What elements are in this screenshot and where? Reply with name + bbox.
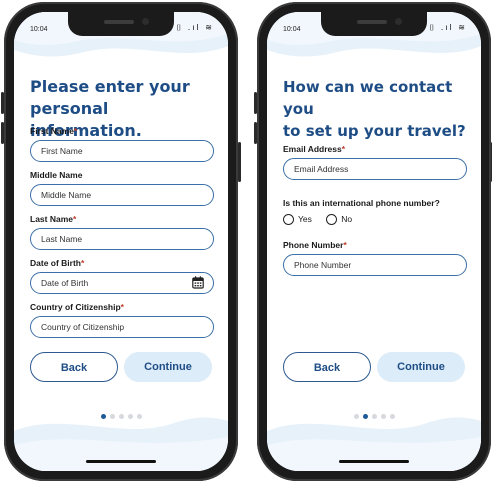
page-title: How can we contact you to set up your tr… [283,76,473,142]
date-of-birth-label: Date of Birth* [30,258,85,268]
back-button[interactable]: Back [283,352,371,382]
email-field[interactable]: Email Address [283,158,467,180]
first-name-field[interactable]: First Name [30,140,214,162]
citizenship-label: Country of Citizenship* [30,302,124,312]
page-indicator [14,404,228,423]
page-dot [127,414,133,419]
speaker [357,20,387,24]
phone-label: Phone Number* [283,240,347,250]
last-name-label: Last Name* [30,214,77,224]
date-of-birth-placeholder: Date of Birth [41,278,89,288]
page-dot [109,414,115,419]
email-placeholder: Email Address [294,164,349,174]
page-dot [362,414,368,419]
first-name-placeholder: First Name [41,146,83,156]
email-label: Email Address* [283,144,346,154]
status-time: 10:04 [30,26,48,33]
back-button[interactable]: Back [30,352,118,382]
notch [68,12,174,36]
camera [395,18,402,25]
intl-phone-question: Is this an international phone number? [283,198,440,208]
radio-yes[interactable]: Yes [283,214,312,226]
page-dot [380,414,386,419]
volume-button [1,92,4,114]
phone-placeholder: Phone Number [294,260,352,270]
middle-name-label: Middle Name [30,170,83,180]
first-name-label: First Name* [30,126,78,136]
title-line-2: to set up your travel? [283,122,466,140]
speaker [104,20,134,24]
radio-circle[interactable] [283,214,294,226]
continue-button[interactable]: Continue [377,352,465,382]
status-icons: ⌷ .ıl ≋ [176,23,214,32]
home-indicator[interactable] [339,460,409,463]
phone-frame-left: 10:04 ⌷ .ıl ≋ Please enter your personal… [1,2,241,481]
last-name-field[interactable]: Last Name [30,228,214,250]
volume-button [1,122,4,144]
screen-personal-info: 10:04 ⌷ .ıl ≋ Please enter your personal… [14,12,228,471]
citizenship-field[interactable]: Country of Citizenship [30,316,214,338]
middle-name-placeholder: Middle Name [41,190,92,200]
volume-button [254,92,257,114]
page-dot [136,414,142,419]
date-of-birth-field[interactable]: Date of Birth [30,272,214,294]
phone-frame-right: 10:04 ⌷ .ıl ≋ How can we contact you to … [254,2,492,481]
last-name-placeholder: Last Name [41,234,83,244]
status-icons: ⌷ .ıl ≋ [429,23,467,32]
citizenship-placeholder: Country of Citizenship [41,322,125,332]
page-dot [371,414,377,419]
page-dot [118,414,124,419]
notch [321,12,427,36]
page-dot [100,414,106,419]
intl-phone-radio-group: Yes No [283,214,364,226]
screen-contact-info: 10:04 ⌷ .ıl ≋ How can we contact you to … [267,12,481,471]
power-button [238,142,241,182]
phone-field[interactable]: Phone Number [283,254,467,276]
page-dot [389,414,395,419]
home-indicator[interactable] [86,460,156,463]
calendar-icon[interactable] [192,276,204,289]
title-line-1: How can we contact you [283,78,453,118]
camera [142,18,149,25]
page-dot [353,414,359,419]
volume-button [254,122,257,144]
page-indicator [267,404,481,423]
continue-button[interactable]: Continue [124,352,212,382]
title-line-1: Please enter your [30,77,190,96]
middle-name-field[interactable]: Middle Name [30,184,214,206]
radio-no[interactable]: No [326,214,352,226]
status-time: 10:04 [283,26,301,33]
radio-circle[interactable] [326,214,338,226]
